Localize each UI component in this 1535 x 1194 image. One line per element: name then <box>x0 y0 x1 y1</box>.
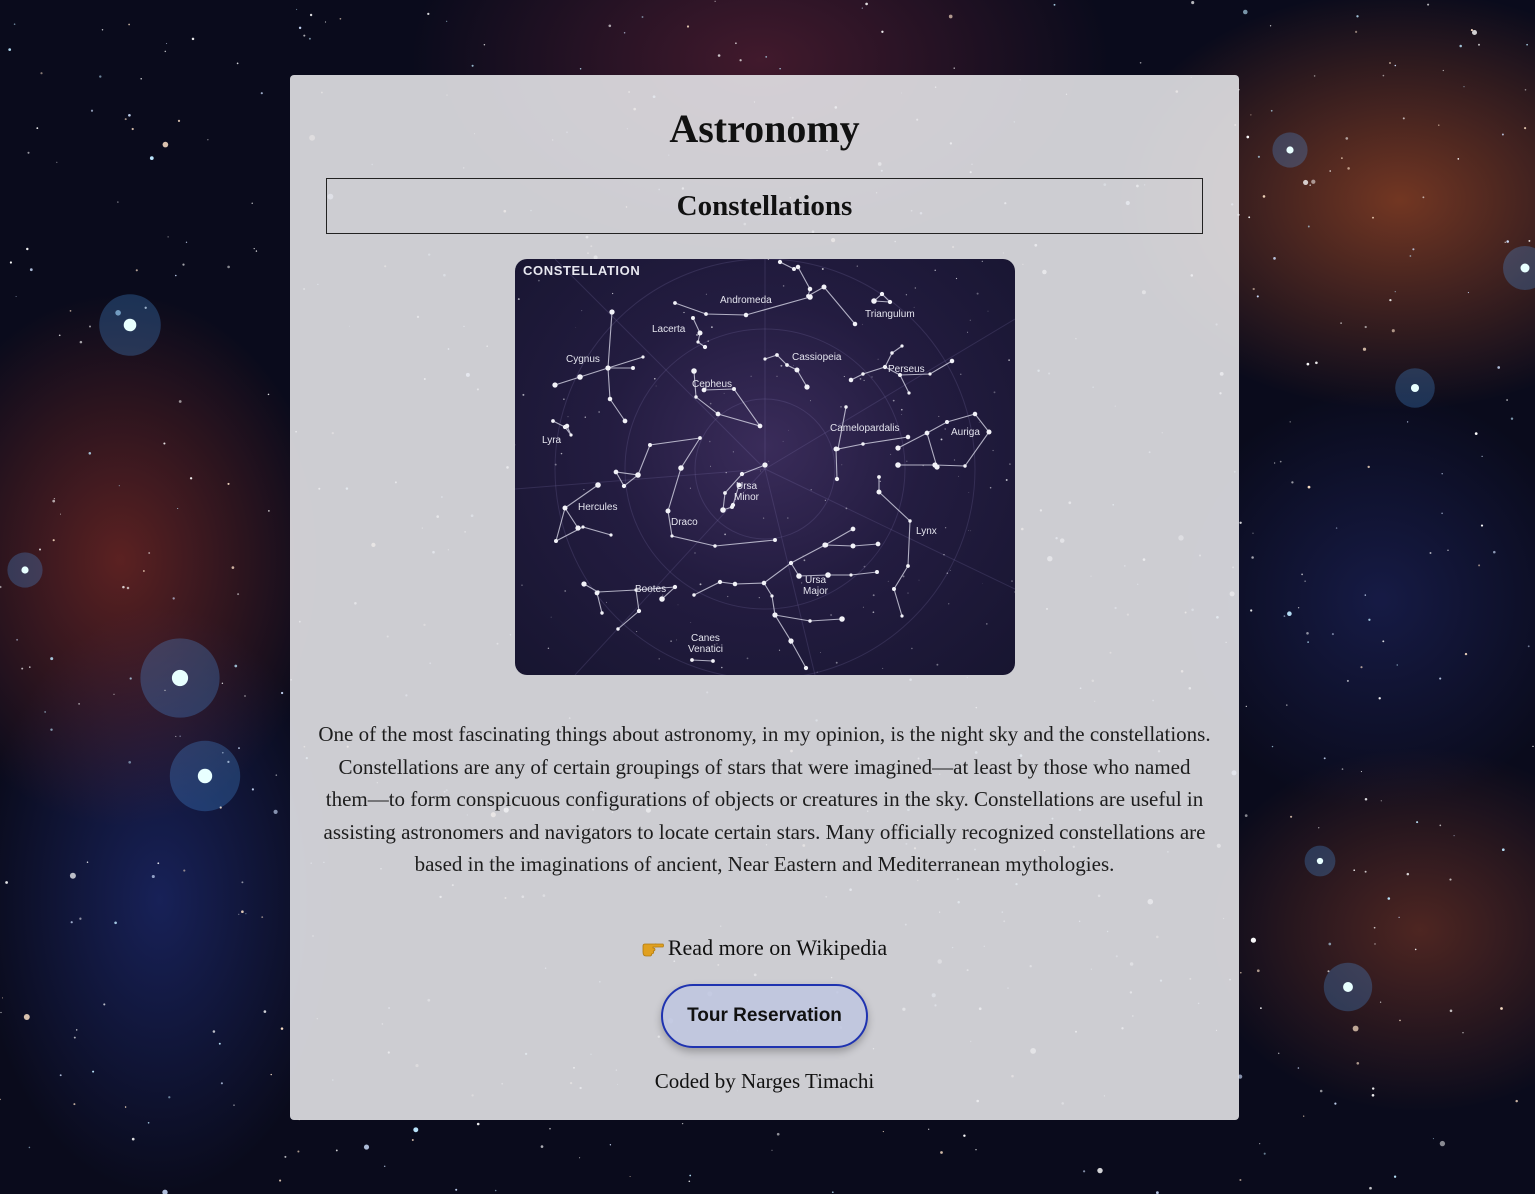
label-ursa-major-1: Ursa <box>805 575 827 586</box>
label-bootes: Bootes <box>635 584 666 595</box>
page-title: Astronomy <box>669 106 860 151</box>
wikipedia-link[interactable]: Read more on Wikipedia <box>668 935 887 960</box>
label-ursa-minor-1: Ursa <box>736 481 758 492</box>
label-draco: Draco <box>671 517 698 528</box>
label-cepheus: Cepheus <box>692 379 732 390</box>
label-cygnus: Cygnus <box>566 354 600 365</box>
constellation-map-image: CONSTELLATION Andromeda Triangulum Lacer… <box>515 259 1015 675</box>
map-heading: CONSTELLATION <box>523 263 640 278</box>
label-canes-venatici-1: Canes <box>691 633 720 644</box>
constellations-description: One of the most fascinating things about… <box>318 722 1211 877</box>
label-canes-venatici-2: Venatici <box>688 644 723 655</box>
label-triangulum: Triangulum <box>865 309 915 320</box>
section-title: Constellations <box>676 190 853 222</box>
content-card: Astronomy Constellations CONSTELLATION A… <box>290 75 1239 1120</box>
label-andromeda: Andromeda <box>720 295 772 306</box>
label-cassiopeia: Cassiopeia <box>792 352 842 363</box>
label-camelopardalis: Camelopardalis <box>830 423 899 434</box>
section-header-box: Constellations <box>326 178 1203 234</box>
tour-reservation-button[interactable]: Tour Reservation <box>661 984 868 1048</box>
pointing-hand-icon <box>642 943 664 957</box>
footer-credit: Coded by Narges Timachi <box>654 1069 875 1093</box>
label-auriga: Auriga <box>951 427 980 438</box>
label-hercules: Hercules <box>578 502 617 513</box>
label-lyra: Lyra <box>542 435 562 446</box>
wiki-link-row: Read more on Wikipedia <box>290 935 1239 961</box>
label-perseus: Perseus <box>888 364 925 375</box>
label-lacerta: Lacerta <box>652 324 686 335</box>
label-ursa-major-2: Major <box>803 586 829 597</box>
label-lynx: Lynx <box>916 526 937 537</box>
label-ursa-minor-2: Minor <box>734 492 760 503</box>
